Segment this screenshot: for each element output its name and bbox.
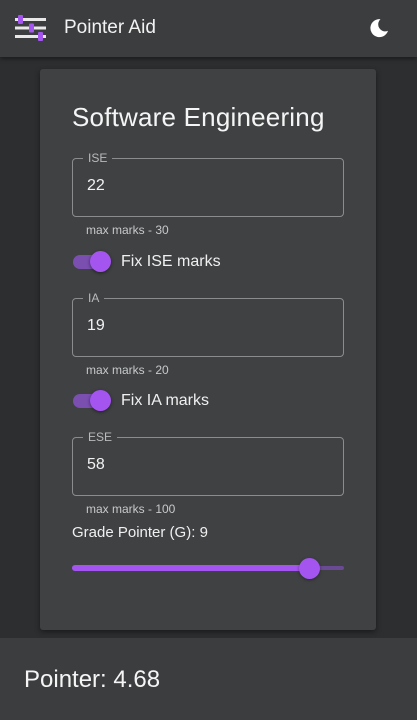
ese-helper-text: max marks - 100 bbox=[86, 502, 176, 516]
ese-field-label: ESE bbox=[83, 430, 118, 444]
result-bar: Pointer: 4.68 bbox=[0, 638, 417, 720]
pointer-label: Pointer: bbox=[24, 666, 107, 693]
ise-helper-text: max marks - 30 bbox=[86, 223, 169, 237]
grade-pointer-label: Grade Pointer (G): 9 bbox=[72, 524, 208, 541]
pointer-result: Pointer: 4.68 bbox=[24, 666, 160, 694]
ia-input[interactable] bbox=[87, 317, 327, 335]
subject-title: Software Engineering bbox=[72, 102, 325, 132]
sliders-icon[interactable] bbox=[14, 14, 48, 42]
grade-slider-thumb[interactable] bbox=[298, 558, 320, 579]
grade-slider[interactable] bbox=[72, 557, 344, 579]
subject-card: Software Engineering ISE max marks - 30 … bbox=[40, 69, 376, 630]
grade-pointer-text: Grade Pointer (G): bbox=[72, 524, 196, 541]
ia-field-label: IA bbox=[83, 291, 105, 305]
grade-slider-fill bbox=[72, 565, 309, 571]
fix-ise-label: Fix ISE marks bbox=[121, 253, 221, 270]
ese-input[interactable] bbox=[87, 456, 327, 474]
fix-ia-label: Fix IA marks bbox=[121, 392, 210, 409]
ia-field[interactable]: IA bbox=[72, 291, 344, 357]
fix-ise-toggle-thumb bbox=[90, 251, 111, 272]
app-title: Pointer Aid bbox=[64, 17, 156, 38]
fix-ise-toggle[interactable] bbox=[72, 249, 112, 273]
grade-pointer-value: 9 bbox=[199, 524, 208, 541]
fix-ia-toggle[interactable] bbox=[72, 388, 112, 412]
moon-icon[interactable] bbox=[367, 16, 391, 40]
ise-field-label: ISE bbox=[83, 151, 113, 165]
ise-input[interactable] bbox=[87, 177, 327, 195]
ese-field[interactable]: ESE bbox=[72, 430, 344, 496]
pointer-value: 4.68 bbox=[113, 666, 161, 693]
fix-ia-toggle-thumb bbox=[90, 390, 111, 411]
ia-helper-text: max marks - 20 bbox=[86, 363, 169, 377]
app-bar: Pointer Aid bbox=[0, 0, 417, 57]
ise-field[interactable]: ISE bbox=[72, 151, 344, 217]
